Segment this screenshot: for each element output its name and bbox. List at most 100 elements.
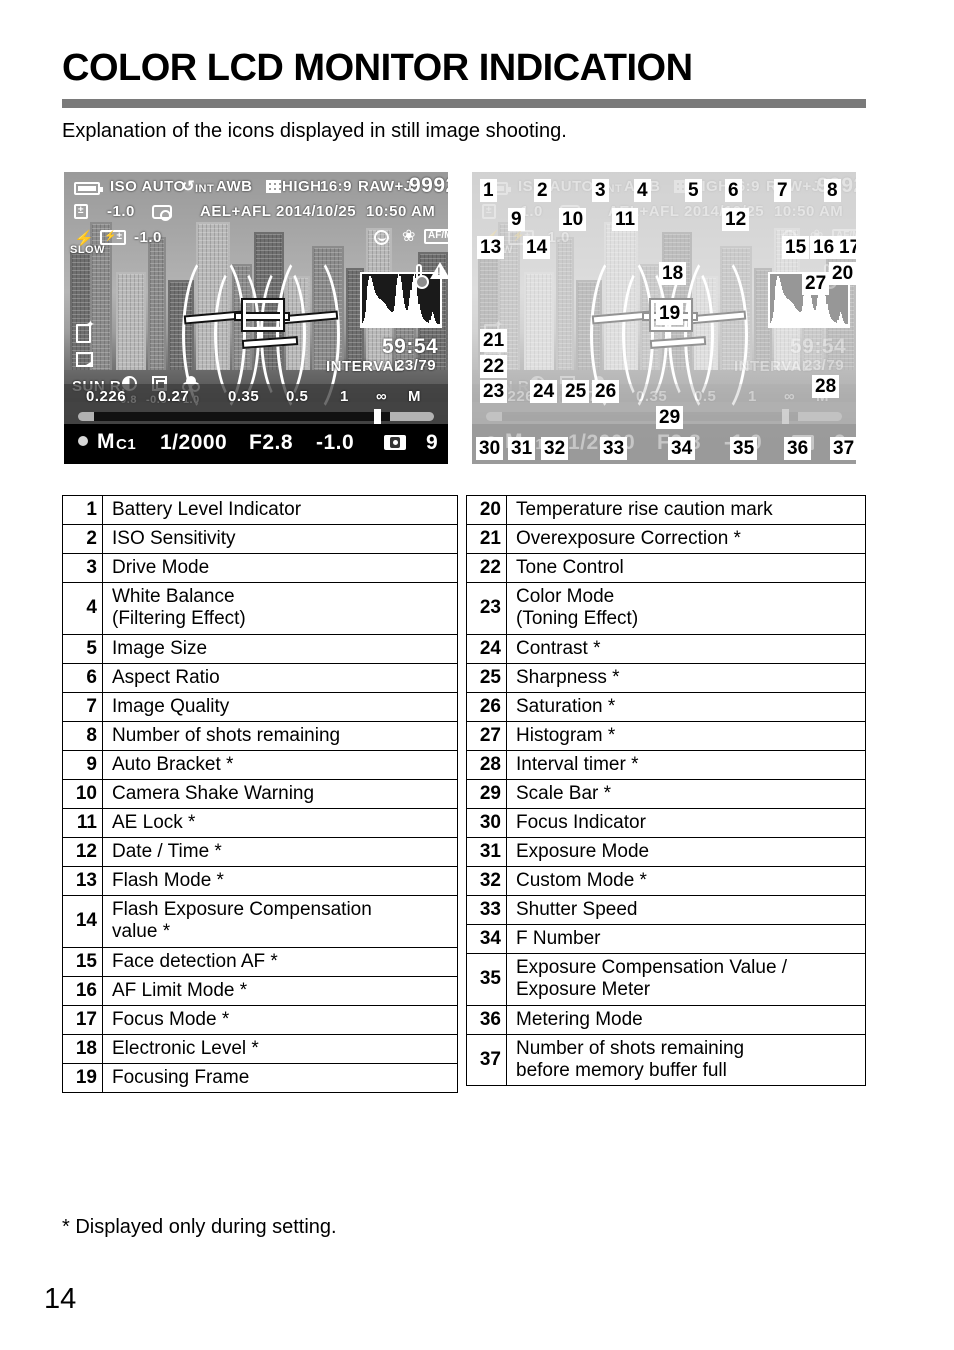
row-label: Temperature rise caution mark [506,495,866,525]
row-label: Color Mode (Toning Effect) [506,582,866,635]
row-label: ISO Sensitivity [102,524,458,554]
row-number: 18 [62,1033,103,1064]
table-row: 6 Aspect Ratio [62,662,458,693]
row-label: Custom Mode * [506,865,866,896]
row-number: 2 [62,524,103,554]
table-row: 23 Color Mode (Toning Effect) [466,582,866,635]
callout-number-33: 33 [600,437,628,460]
thermometer-icon [415,264,429,289]
shots-remaining: 9992 [409,174,448,197]
row-number: 13 [62,865,103,896]
row-number: 19 [62,1062,103,1093]
scale-tick-label: 0.35 [228,388,260,405]
row-number: 16 [62,975,103,1006]
manual-page: COLOR LCD MONITOR INDICATION Explanation… [0,0,954,1350]
legend-table-left: 1 Battery Level Indicator 2 ISO Sensitivity… [62,495,458,1093]
row-number: 14 [62,894,103,948]
callout-number-36: 36 [784,437,812,460]
row-label: Drive Mode [102,553,458,583]
flash-mode-label: SLOW [70,244,105,256]
row-number: 31 [466,836,507,867]
table-row: 1 Battery Level Indicator [62,495,458,525]
row-label: Number of shots remaining [102,720,458,751]
callout-number-11: 11 [612,208,639,231]
row-label: Date / Time * [102,836,458,867]
scale-tick-label: 0.27 [158,388,190,405]
row-number: 3 [62,553,103,583]
callout-number-22: 22 [480,355,508,378]
lcd-preview-callouts: ISO AUTO↺INTAWBHIGH16:9RAW+J9992±-1.0AEL… [472,172,856,464]
row-label: Image Size [102,633,458,664]
table-row: 31 Exposure Mode [466,836,866,867]
callout-number-4: 4 [634,179,651,202]
table-row: 4 White Balance (Filtering Effect) [62,582,458,635]
row-label: Auto Bracket * [102,749,458,780]
row-number: 32 [466,865,507,896]
row-label: Contrast * [506,633,866,664]
table-row: 8 Number of shots remaining [62,720,458,751]
battery-icon [74,182,103,195]
callout-number-27: 27 [802,272,830,295]
camera-shake-icon [152,205,172,221]
row-number: 35 [466,952,507,1006]
callout-number-25: 25 [562,380,590,403]
scale-tick-label: ∞ [376,388,388,405]
row-number: 24 [466,633,507,664]
row-number: 34 [466,923,507,954]
row-label: Focus Mode * [102,1004,458,1035]
scale-bar-knob [374,409,381,424]
callout-number-8: 8 [824,179,841,202]
focus-mode-icon: AF/MF [424,229,448,244]
table-row: 21 Overexposure Correction * [466,524,866,554]
callout-number-31: 31 [508,437,536,460]
exposure-compensation: -1.0 [316,431,355,454]
table-row: 24 Contrast * [466,633,866,664]
flash-comp-value: -1.0 [134,229,162,246]
row-number: 36 [466,1004,507,1035]
callout-number-19: 19 [656,302,684,325]
flash-comp-icon: ⚡± [100,230,126,245]
row-label: F Number [506,923,866,954]
callout-number-34: 34 [668,437,696,460]
image-quality: RAW+J [358,178,413,195]
table-row: 13 Flash Mode * [62,865,458,896]
row-label: Face detection AF * [102,946,458,977]
row-label: Camera Shake Warning [102,778,458,809]
date: 2014/10/25 [276,203,357,220]
row-number: 20 [466,495,507,525]
table-row: 32 Custom Mode * [466,865,866,896]
row-label: Exposure Mode [506,836,866,867]
callout-number-32: 32 [541,437,569,460]
table-row: 35 Exposure Compensation Value / Exposure … [466,952,866,1006]
row-label: Shutter Speed [506,894,866,925]
image-size: HIGH [282,178,322,195]
callout-number-12: 12 [722,208,750,231]
table-row: 29 Scale Bar * [466,778,866,809]
table-row: 2 ISO Sensitivity [62,524,458,554]
callout-number-16: 16 [810,236,838,259]
callout-number-13: 13 [477,236,505,259]
row-label: AE Lock * [102,807,458,838]
table-row: 15 Face detection AF * [62,946,458,977]
focus-indicator-icon [78,436,88,446]
table-row: 17 Focus Mode * [62,1004,458,1035]
table-row: 14 Flash Exposure Compensation value * [62,894,458,948]
row-number: 12 [62,836,103,867]
row-number: 23 [466,582,507,635]
row-label: Focusing Frame [102,1062,458,1093]
f-number: F2.8 [249,431,294,454]
table-row: 34 F Number [466,923,866,954]
callout-number-2: 2 [534,179,551,202]
row-label: Battery Level Indicator [102,495,458,525]
callout-number-7: 7 [774,179,791,202]
callout-number-9: 9 [508,208,525,231]
row-number: 6 [62,662,103,693]
row-number: 22 [466,553,507,583]
af-limit-icon: ❀ [402,228,416,245]
row-label: Scale Bar * [506,778,866,809]
row-number: 9 [62,749,103,780]
drive-mode-icon: ↺ [182,178,195,195]
scale-tick-label: 1 [340,388,349,405]
row-number: 27 [466,720,507,751]
callout-number-15: 15 [782,236,810,259]
